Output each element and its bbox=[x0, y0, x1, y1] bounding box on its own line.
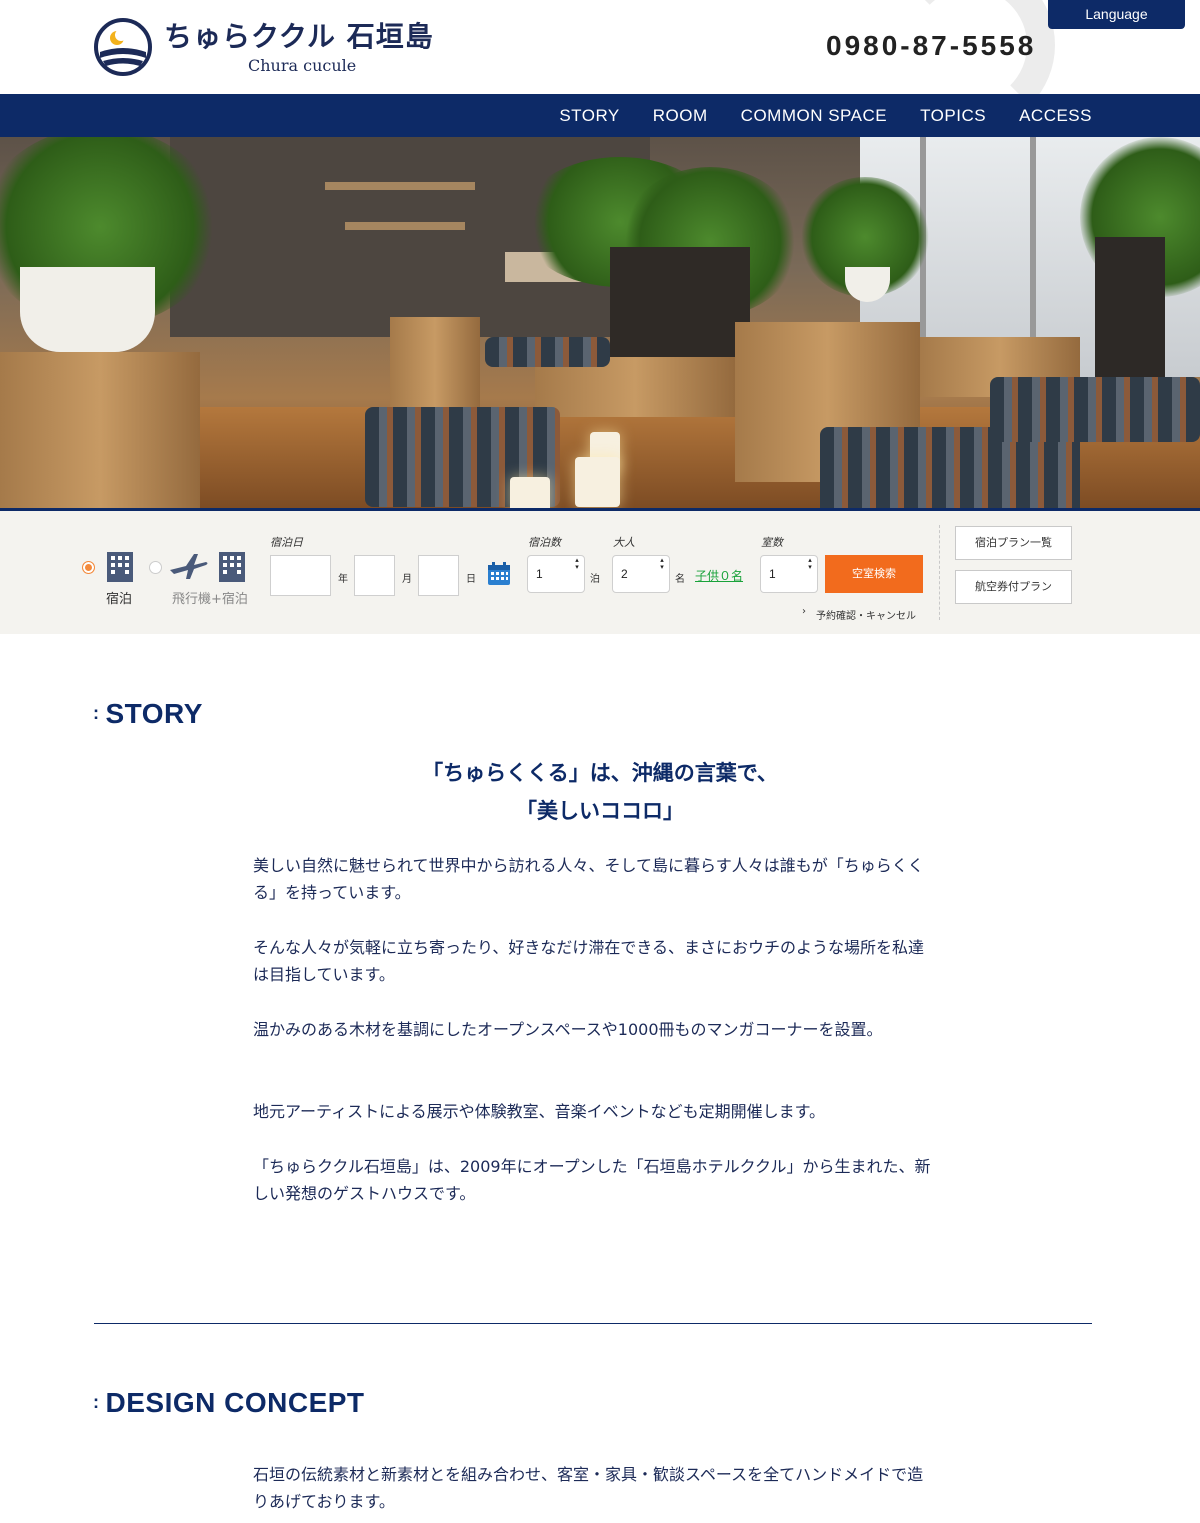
plan-list-button[interactable]: 宿泊プラン一覧 bbox=[955, 526, 1072, 560]
hero-candle bbox=[575, 457, 620, 507]
hero-striped-stool bbox=[990, 377, 1200, 442]
story-paragraph: 地元アーティストによる展示や体験教室、音楽イベントなども定期開催します。 bbox=[253, 1102, 826, 1121]
design-section-title: : DESIGN CONCEPT bbox=[93, 1387, 365, 1419]
vacancy-search-button[interactable]: 空室検索 bbox=[825, 555, 923, 593]
nights-select[interactable]: 1 bbox=[527, 555, 585, 593]
nights-label: 宿泊数 bbox=[528, 536, 561, 549]
logo-japanese-text: ちゅらククル 石垣島 bbox=[164, 19, 434, 53]
hero-pot bbox=[20, 267, 155, 352]
design-title-text: DESIGN CONCEPT bbox=[105, 1387, 365, 1418]
hero-striped-stool bbox=[485, 337, 610, 367]
chevron-right-icon: › bbox=[802, 606, 806, 617]
nav-item-story[interactable]: STORY bbox=[559, 94, 619, 137]
year-input[interactable] bbox=[270, 555, 331, 596]
phone-number[interactable]: 0980-87-5558 bbox=[826, 30, 1036, 62]
mode-flight-label[interactable]: 飛行機+宿泊 bbox=[172, 588, 248, 607]
adults-select[interactable]: 2 bbox=[612, 555, 670, 593]
logo-sun-wave-icon bbox=[94, 18, 152, 76]
hero-image-lounge bbox=[0, 137, 1200, 510]
site-logo[interactable]: ちゅらククル 石垣島 Chura cucule bbox=[94, 18, 434, 76]
story-paragraph: 温かみのある木材を基調にしたオープンスペースや1000冊ものマンガコーナーを設置… bbox=[253, 1020, 883, 1039]
nights-unit: 泊 bbox=[590, 574, 600, 585]
main-nav: STORY ROOM COMMON SPACE TOPICS ACCESS bbox=[0, 94, 1200, 137]
adults-unit: 名 bbox=[675, 574, 685, 585]
hero-shelf bbox=[345, 222, 465, 230]
hotel-building-icon bbox=[107, 552, 133, 582]
month-input[interactable] bbox=[354, 555, 395, 596]
airplane-icon bbox=[170, 554, 208, 579]
story-section-title: : STORY bbox=[93, 698, 203, 730]
mode-stay-label[interactable]: 宿泊 bbox=[106, 588, 132, 607]
flight-plan-button[interactable]: 航空券付プラン bbox=[955, 570, 1072, 604]
story-lead-line-1: 「ちゅらくくる」は、沖縄の言葉で、 bbox=[422, 761, 778, 785]
story-title-text: STORY bbox=[105, 698, 203, 729]
hero-shelf bbox=[325, 182, 475, 190]
story-paragraph: 「ちゅらククル石垣島」は、2009年にオープンした「石垣島ホテルククル」から生ま… bbox=[253, 1157, 931, 1203]
title-colon-marker: : bbox=[93, 1392, 100, 1412]
hotel-building-icon bbox=[219, 552, 245, 582]
search-divider bbox=[939, 525, 940, 620]
calendar-icon[interactable] bbox=[486, 561, 512, 587]
nav-item-access[interactable]: ACCESS bbox=[1019, 94, 1092, 137]
site-header: ちゅらククル 石垣島 Chura cucule 0980-87-5558 bbox=[0, 0, 1200, 94]
hero-wood-chair bbox=[390, 317, 480, 407]
title-colon-marker: : bbox=[93, 703, 100, 723]
logo-english-text: Chura cucule bbox=[248, 55, 357, 75]
story-lead-line-2: 「美しいココロ」 bbox=[516, 799, 684, 823]
adults-label: 大人 bbox=[613, 536, 635, 549]
mode-flight-radio[interactable] bbox=[149, 561, 162, 574]
reservation-cancel-link[interactable]: 予約確認・キャンセル bbox=[816, 607, 916, 622]
year-unit: 年 bbox=[338, 574, 348, 585]
rooms-label: 室数 bbox=[761, 536, 783, 549]
nav-item-topics[interactable]: TOPICS bbox=[920, 94, 986, 137]
rooms-select[interactable]: 1 bbox=[760, 555, 818, 593]
nav-item-common-space[interactable]: COMMON SPACE bbox=[741, 94, 887, 137]
story-paragraph: 美しい自然に魅せられて世界中から訪れる人々、そして島に暮らす人々は誰もが「ちゅら… bbox=[253, 856, 924, 902]
nav-item-room[interactable]: ROOM bbox=[653, 94, 708, 137]
design-paragraph: 石垣の伝統素材と新素材とを組み合わせ、客室・家具・歓談スペースを全てハンドメイド… bbox=[253, 1465, 924, 1511]
children-link[interactable]: 子供０名 bbox=[695, 567, 743, 584]
date-label: 宿泊日 bbox=[270, 536, 303, 549]
day-unit: 日 bbox=[466, 574, 476, 585]
day-input[interactable] bbox=[418, 555, 459, 596]
language-button[interactable]: Language bbox=[1048, 0, 1185, 29]
month-unit: 月 bbox=[402, 574, 412, 585]
hero-wood-box bbox=[0, 352, 200, 510]
story-paragraph: そんな人々が気軽に立ち寄ったり、好きなだけ滞在できる、まさにおウチのような場所を… bbox=[253, 938, 925, 984]
section-divider bbox=[94, 1323, 1092, 1324]
mode-stay-radio[interactable] bbox=[82, 561, 95, 574]
hero-candle bbox=[510, 477, 550, 510]
